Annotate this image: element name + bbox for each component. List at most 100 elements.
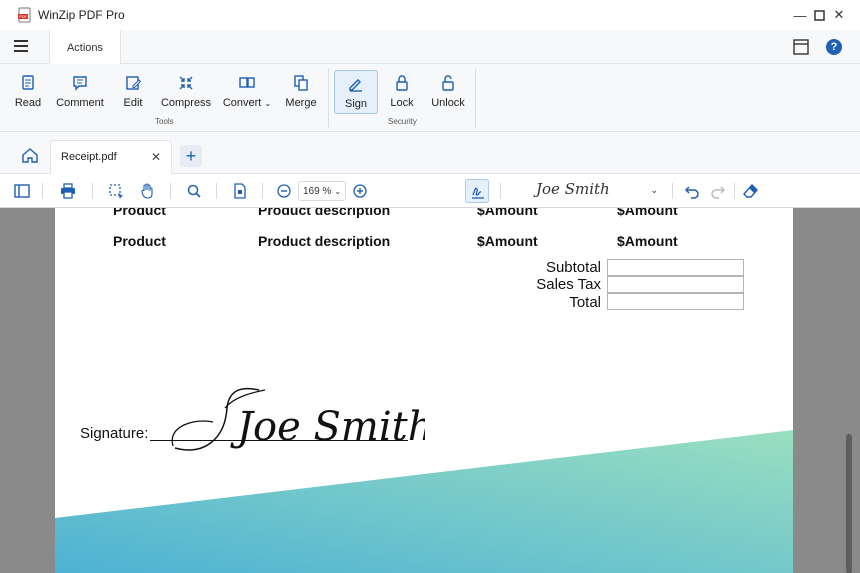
amount-cell: $Amount: [477, 208, 538, 218]
signature-label: Signature:: [80, 425, 149, 442]
eraser-icon[interactable]: [743, 183, 759, 199]
toolbar-separator: [262, 183, 263, 199]
chevron-down-icon: ⌄: [334, 186, 342, 196]
amount-cell: $Amount: [617, 233, 678, 249]
menu-icon[interactable]: [14, 40, 34, 54]
tab-actions-label: Actions: [66, 41, 104, 54]
merge-label: Merge: [285, 97, 317, 109]
total-label: Total: [569, 294, 601, 311]
total-field[interactable]: [607, 293, 744, 310]
title-bar: PDF WinZip PDF Pro — ✕: [0, 0, 860, 30]
vertical-scrollbar[interactable]: [846, 434, 852, 573]
maximize-button[interactable]: [809, 5, 829, 25]
zoom-level-select[interactable]: 169 % ⌄: [298, 181, 346, 201]
signature-tool-button[interactable]: [465, 179, 489, 203]
sign-icon: [349, 79, 362, 92]
close-tab-icon[interactable]: ✕: [151, 150, 161, 164]
ribbon-separator: [475, 68, 476, 128]
signature-picker-dropdown[interactable]: Joe Smith ⌄: [506, 178, 662, 204]
comment-button[interactable]: Comment: [56, 70, 104, 114]
read-label: Read: [14, 97, 42, 109]
chevron-down-icon: ⌄: [650, 185, 658, 195]
comment-icon: [73, 76, 87, 91]
sales-tax-label: Sales Tax: [536, 276, 601, 293]
home-icon[interactable]: [21, 147, 39, 163]
security-group-label: Security: [388, 117, 417, 126]
comment-label: Comment: [56, 97, 104, 109]
toolbar-separator: [500, 183, 501, 199]
subtotal-field[interactable]: [607, 259, 744, 276]
convert-button[interactable]: Convert ⌄: [222, 70, 272, 114]
tools-group-label: Tools: [155, 117, 174, 126]
description-cell: Product description: [258, 233, 391, 249]
fit-page-icon[interactable]: [232, 183, 248, 199]
pdf-page[interactable]: Product Product description $Amount $Amo…: [55, 208, 793, 573]
compress-button[interactable]: Compress: [160, 70, 212, 114]
product-cell: Product: [113, 233, 166, 249]
document-viewer[interactable]: Product Product description $Amount $Amo…: [0, 208, 860, 573]
sales-tax-field[interactable]: [607, 276, 744, 293]
signature-pen-icon: [472, 187, 484, 199]
svg-text:PDF: PDF: [19, 14, 28, 19]
handwritten-signature[interactable]: Joe Smith: [165, 378, 425, 458]
zoom-in-icon[interactable]: [352, 183, 368, 199]
subtotal-label: Subtotal: [545, 259, 601, 276]
sidebar-toggle-icon[interactable]: [14, 183, 30, 199]
lock-label: Lock: [390, 97, 414, 109]
read-button[interactable]: Read: [10, 70, 46, 114]
hand-tool-icon[interactable]: [139, 183, 155, 199]
unlock-label: Unlock: [431, 97, 465, 109]
description-cell: Product description: [258, 208, 391, 218]
tab-receipt-pdf[interactable]: Receipt.pdf ✕: [50, 140, 172, 174]
view-toolbar: 169 % ⌄ Joe Smith ⌄: [0, 174, 860, 208]
panel-layout-icon[interactable]: [792, 39, 810, 55]
product-cell: Product: [113, 208, 166, 218]
convert-label: Convert ⌄: [222, 97, 272, 109]
new-tab-button[interactable]: +: [180, 145, 202, 167]
edit-icon: [126, 76, 142, 90]
edit-button[interactable]: Edit: [118, 70, 148, 114]
sign-label: Sign: [344, 98, 368, 110]
toolbar-separator: [170, 183, 171, 199]
close-window-button[interactable]: ✕: [829, 5, 849, 25]
undo-icon[interactable]: [684, 183, 700, 199]
amount-cell: $Amount: [477, 233, 538, 249]
toolbar-separator: [672, 183, 673, 199]
minimize-button[interactable]: —: [790, 5, 810, 25]
ribbon-separator: [328, 68, 329, 128]
help-icon[interactable]: ?: [826, 39, 842, 55]
redo-icon[interactable]: [710, 183, 726, 199]
doc-tab-label: Receipt.pdf: [61, 151, 117, 163]
zoom-level-value: 169 %: [302, 185, 332, 197]
sign-button[interactable]: Sign: [334, 70, 378, 114]
winzip-pdf-logo-icon: PDF: [18, 7, 31, 23]
signature-name-text: Joe Smith: [230, 404, 425, 450]
merge-button[interactable]: Merge: [284, 70, 318, 114]
select-area-icon[interactable]: [108, 183, 124, 199]
toolbar-separator: [42, 183, 43, 199]
toolbar-separator: [734, 183, 735, 199]
tab-actions[interactable]: Actions: [49, 30, 121, 65]
read-icon: [22, 75, 34, 90]
lock-button[interactable]: Lock: [386, 70, 418, 114]
compress-label: Compress: [160, 97, 212, 109]
compress-icon: [179, 76, 193, 90]
unlock-button[interactable]: Unlock: [428, 70, 468, 114]
document-tab-bar: Receipt.pdf ✕ +: [0, 132, 860, 174]
toolbar-separator: [216, 183, 217, 199]
unlock-icon: [442, 75, 454, 91]
edit-label: Edit: [123, 97, 143, 109]
chevron-down-icon: ⌄: [264, 99, 272, 108]
lock-icon: [396, 75, 408, 91]
ribbon-tab-row: Actions ?: [0, 30, 860, 65]
search-icon[interactable]: [186, 183, 202, 199]
ribbon: Read Comment Edit Compress Convert ⌄ Mer…: [0, 64, 860, 132]
print-icon[interactable]: [60, 183, 76, 199]
convert-icon: [239, 77, 255, 88]
merge-icon: [294, 75, 308, 91]
signature-preview: Joe Smith: [536, 180, 610, 198]
amount-cell: $Amount: [617, 208, 678, 218]
app-title: WinZip PDF Pro: [38, 8, 125, 22]
toolbar-separator: [92, 183, 93, 199]
zoom-out-icon[interactable]: [276, 183, 292, 199]
